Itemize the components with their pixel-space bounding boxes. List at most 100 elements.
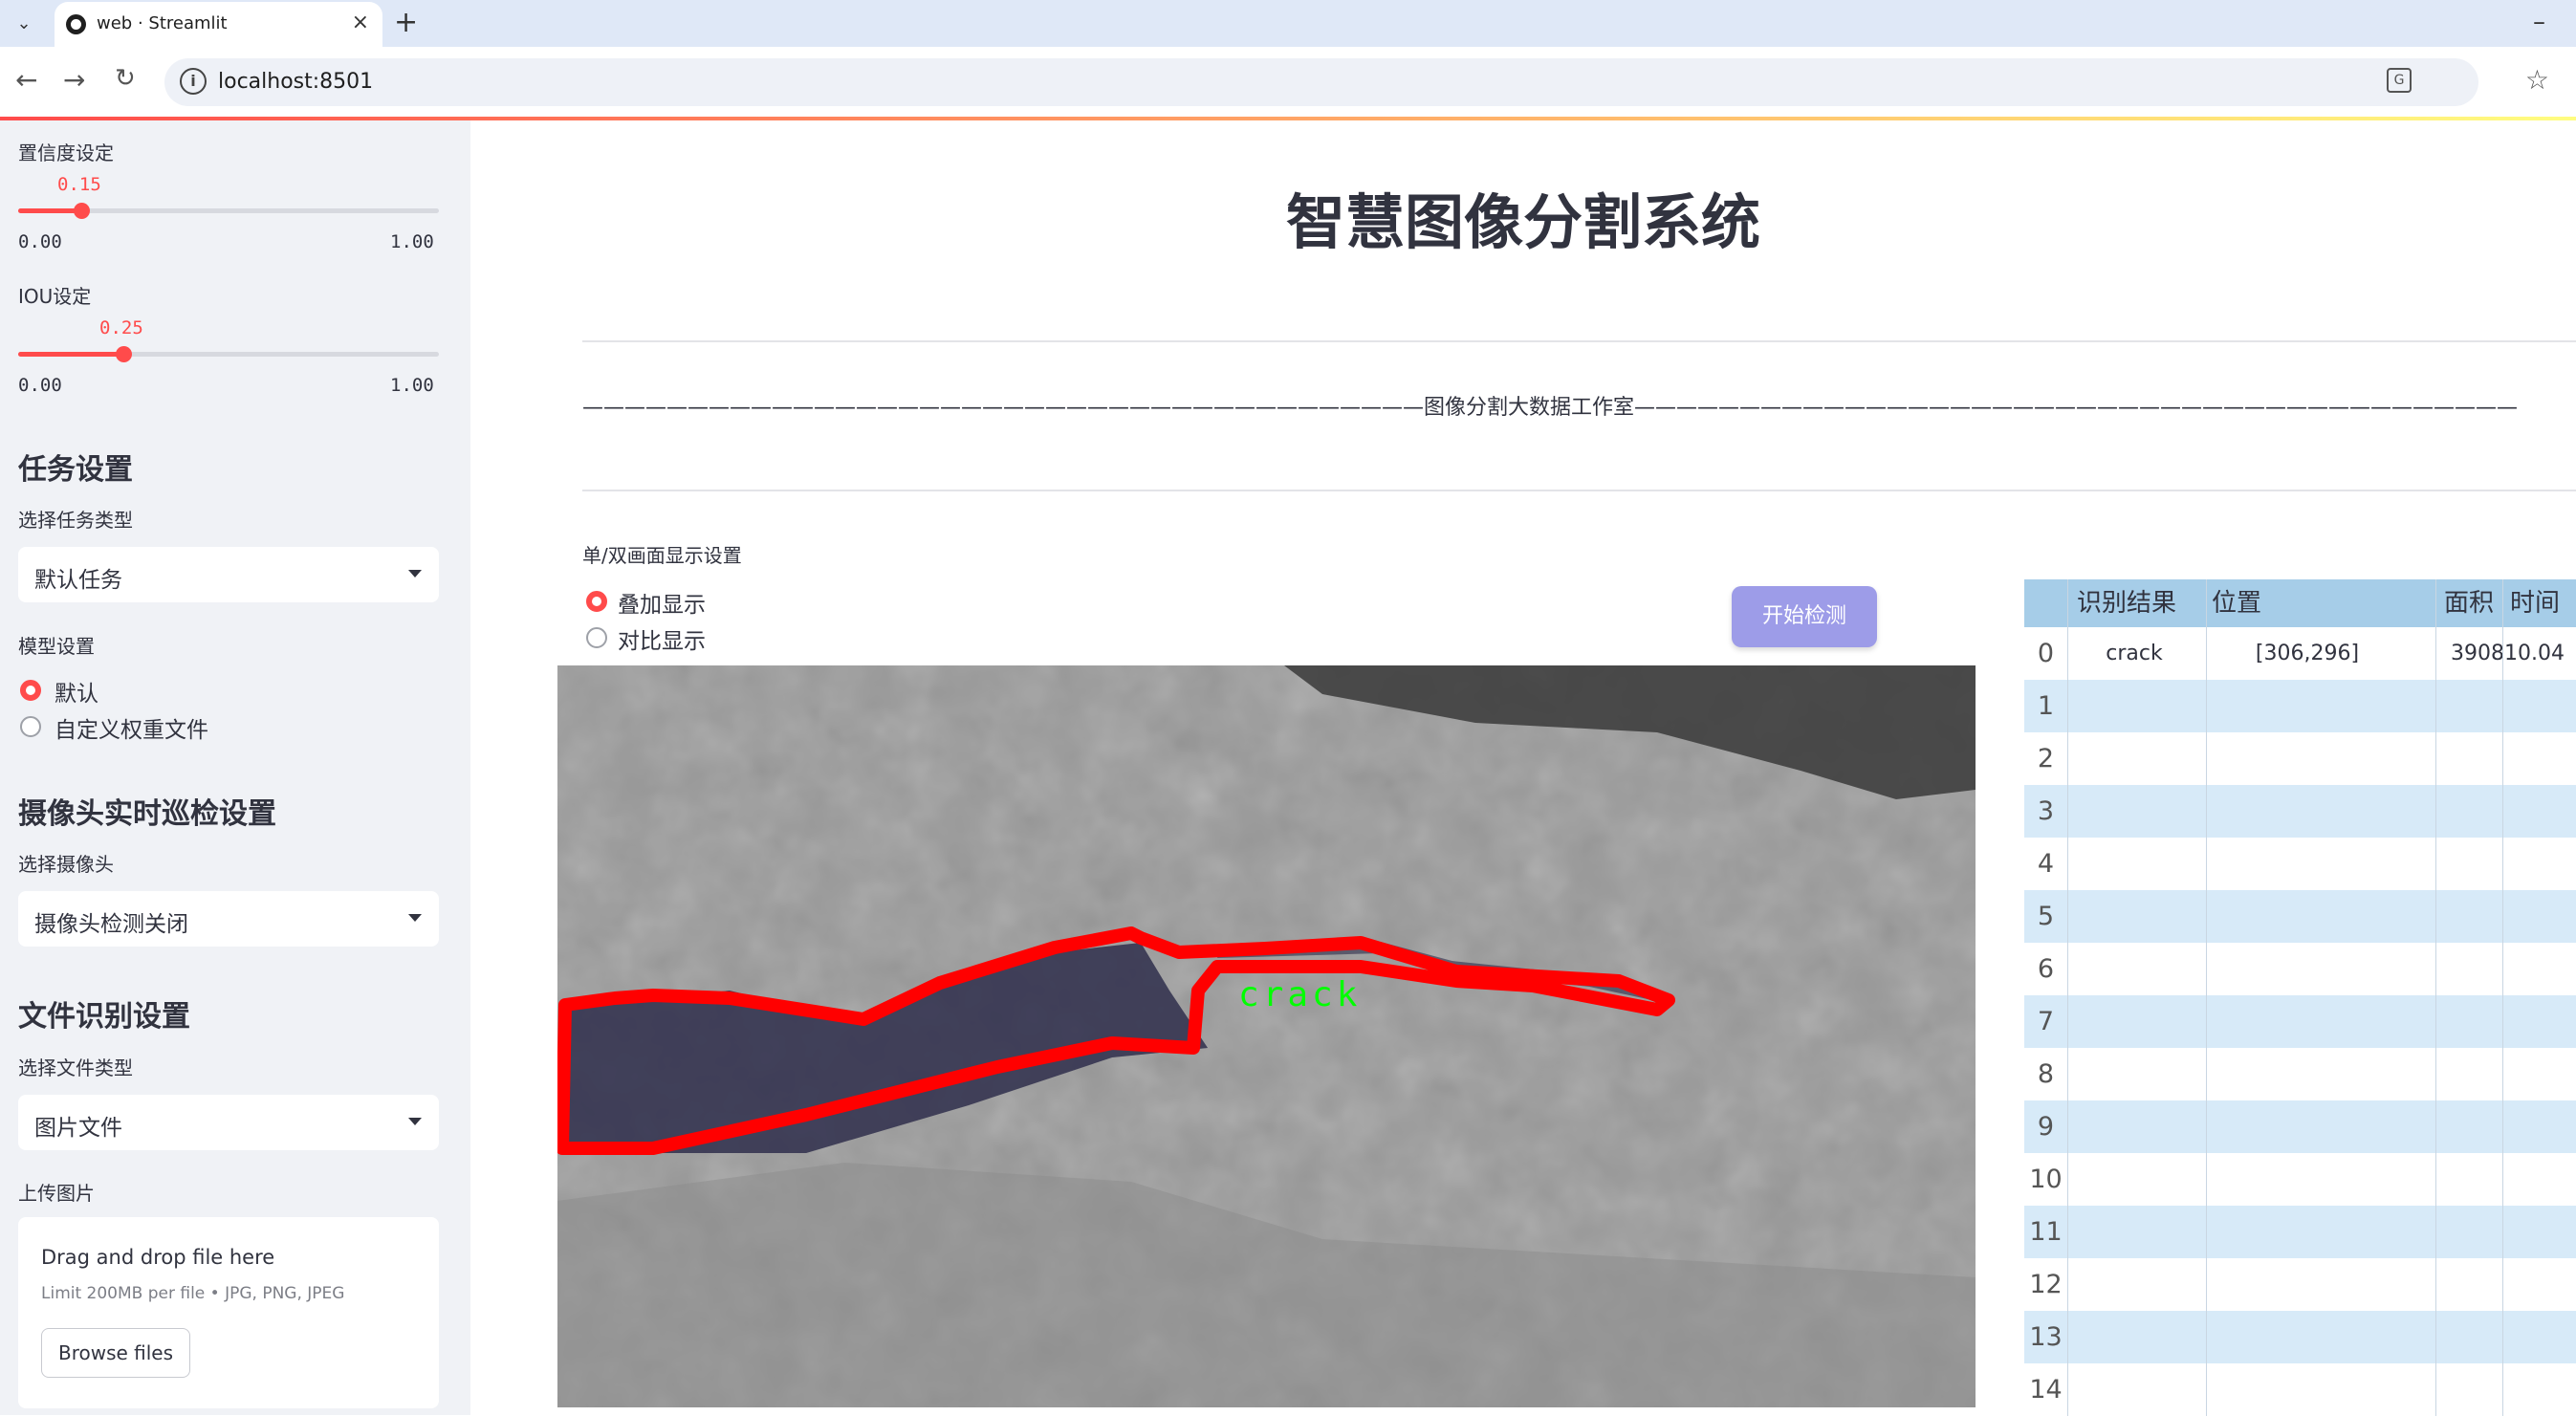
- column-divider: [2502, 1311, 2503, 1363]
- file-type-select[interactable]: 图片文件: [18, 1095, 439, 1150]
- column-divider: [2206, 1153, 2207, 1206]
- tab-search-chevron-icon[interactable]: ⌄: [10, 10, 38, 38]
- column-divider: [2502, 838, 2503, 890]
- overlay-display-label[interactable]: 叠加显示: [618, 586, 706, 619]
- tab-close-icon[interactable]: ×: [352, 11, 369, 34]
- iou-slider-thumb[interactable]: [116, 346, 132, 362]
- iou-slider[interactable]: [18, 346, 439, 362]
- file-uploader-dropzone[interactable]: Drag and drop file here Limit 200MB per …: [18, 1217, 439, 1408]
- column-divider: [2067, 890, 2068, 943]
- col-header-result[interactable]: 识别结果: [2077, 579, 2211, 627]
- column-divider: [2067, 995, 2068, 1048]
- table-row[interactable]: 8: [2024, 1048, 2576, 1100]
- column-divider: [2502, 943, 2503, 995]
- upload-limit-text: Limit 200MB per file • JPG, PNG, JPEG: [41, 1284, 345, 1303]
- task-type-value: 默认任务: [34, 568, 122, 593]
- column-divider: [2502, 1048, 2503, 1100]
- camera-label: 选择摄像头: [18, 853, 114, 876]
- table-row[interactable]: 5: [2024, 890, 2576, 943]
- row-index: 6: [2037, 954, 2055, 984]
- chevron-down-icon: [408, 570, 422, 577]
- col-header-area[interactable]: 面积: [2444, 579, 2511, 627]
- browse-files-button[interactable]: Browse files: [41, 1328, 190, 1378]
- confidence-slider[interactable]: [18, 203, 439, 219]
- new-tab-icon[interactable]: +: [394, 6, 418, 39]
- model-default-label[interactable]: 默认: [55, 675, 98, 708]
- back-icon[interactable]: ←: [15, 64, 37, 96]
- column-divider: [2502, 785, 2503, 838]
- compare-display-label[interactable]: 对比显示: [618, 622, 706, 655]
- upload-label: 上传图片: [18, 1182, 95, 1205]
- table-header: 识别结果 位置 面积 时间: [2024, 579, 2576, 627]
- table-row[interactable]: 6: [2024, 943, 2576, 995]
- main-content: 智慧图像分割系统 ———————————————————————————————…: [470, 120, 2576, 1416]
- column-divider: [2435, 785, 2436, 838]
- forward-icon[interactable]: →: [63, 64, 85, 96]
- column-divider: [2206, 1206, 2207, 1258]
- column-divider: [2435, 838, 2436, 890]
- column-divider: [2435, 890, 2436, 943]
- cell-result: crack: [2106, 642, 2163, 665]
- camera-select[interactable]: 摄像头检测关闭: [18, 891, 439, 947]
- row-index: 3: [2037, 796, 2055, 826]
- chevron-down-icon: [408, 914, 422, 922]
- table-row[interactable]: 9: [2024, 1100, 2576, 1153]
- col-header-time[interactable]: 时间: [2510, 579, 2576, 627]
- row-index: 8: [2037, 1059, 2055, 1089]
- column-divider: [2435, 995, 2436, 1048]
- column-divider: [2067, 627, 2068, 680]
- confidence-min: 0.00: [18, 231, 62, 252]
- url-text[interactable]: localhost:8501: [218, 70, 373, 94]
- column-divider: [2502, 627, 2503, 680]
- column-divider: [2502, 579, 2503, 627]
- table-row[interactable]: 11: [2024, 1206, 2576, 1258]
- table-row[interactable]: 13: [2024, 1311, 2576, 1363]
- row-index: 4: [2037, 849, 2055, 879]
- column-divider: [2067, 1048, 2068, 1100]
- minimize-icon[interactable]: –: [2533, 8, 2545, 36]
- table-row[interactable]: 12: [2024, 1258, 2576, 1311]
- task-type-label: 选择任务类型: [18, 509, 133, 532]
- confidence-slider-thumb[interactable]: [74, 203, 90, 219]
- column-divider: [2502, 1363, 2503, 1416]
- table-row[interactable]: 0 crack [306,296] 39081 0.04: [2024, 627, 2576, 680]
- column-divider: [2067, 1363, 2068, 1416]
- column-divider: [2206, 732, 2207, 785]
- column-divider: [2502, 1100, 2503, 1153]
- row-index: 11: [2029, 1217, 2063, 1247]
- model-settings-label: 模型设置: [18, 635, 95, 658]
- model-custom-label[interactable]: 自定义权重文件: [55, 711, 208, 744]
- confidence-slider-fill: [18, 208, 81, 213]
- browser-tab[interactable]: web · Streamlit ×: [55, 2, 382, 47]
- table-row[interactable]: 3: [2024, 785, 2576, 838]
- streamlit-favicon-icon: [66, 14, 86, 34]
- table-row[interactable]: 4: [2024, 838, 2576, 890]
- model-custom-radio[interactable]: [20, 716, 41, 737]
- chevron-down-icon: [408, 1118, 422, 1125]
- column-divider: [2502, 1206, 2503, 1258]
- col-header-position[interactable]: 位置: [2212, 579, 2346, 627]
- model-default-radio[interactable]: [20, 680, 41, 701]
- compare-display-radio[interactable]: [586, 627, 607, 648]
- column-divider: [2435, 680, 2436, 732]
- table-row[interactable]: 10: [2024, 1153, 2576, 1206]
- translate-icon[interactable]: G: [2387, 68, 2412, 93]
- start-detection-button[interactable]: 开始检测: [1732, 586, 1877, 647]
- column-divider: [2206, 1258, 2207, 1311]
- column-divider: [2067, 785, 2068, 838]
- table-row[interactable]: 14: [2024, 1363, 2576, 1416]
- bookmark-star-icon[interactable]: ☆: [2525, 64, 2549, 96]
- tab-title: web · Streamlit: [97, 13, 228, 33]
- site-info-icon[interactable]: i: [180, 68, 207, 95]
- reload-icon[interactable]: ↻: [115, 64, 136, 93]
- table-row[interactable]: 7: [2024, 995, 2576, 1048]
- cell-position: [306,296]: [2255, 642, 2360, 665]
- iou-max: 1.00: [390, 375, 434, 396]
- table-row[interactable]: 2: [2024, 732, 2576, 785]
- task-settings-heading: 任务设置: [18, 453, 133, 487]
- task-type-select[interactable]: 默认任务: [18, 547, 439, 602]
- overlay-display-radio[interactable]: [586, 591, 607, 612]
- table-row[interactable]: 1: [2024, 680, 2576, 732]
- column-divider: [2435, 627, 2436, 680]
- address-bar[interactable]: i localhost:8501 G: [164, 58, 2478, 106]
